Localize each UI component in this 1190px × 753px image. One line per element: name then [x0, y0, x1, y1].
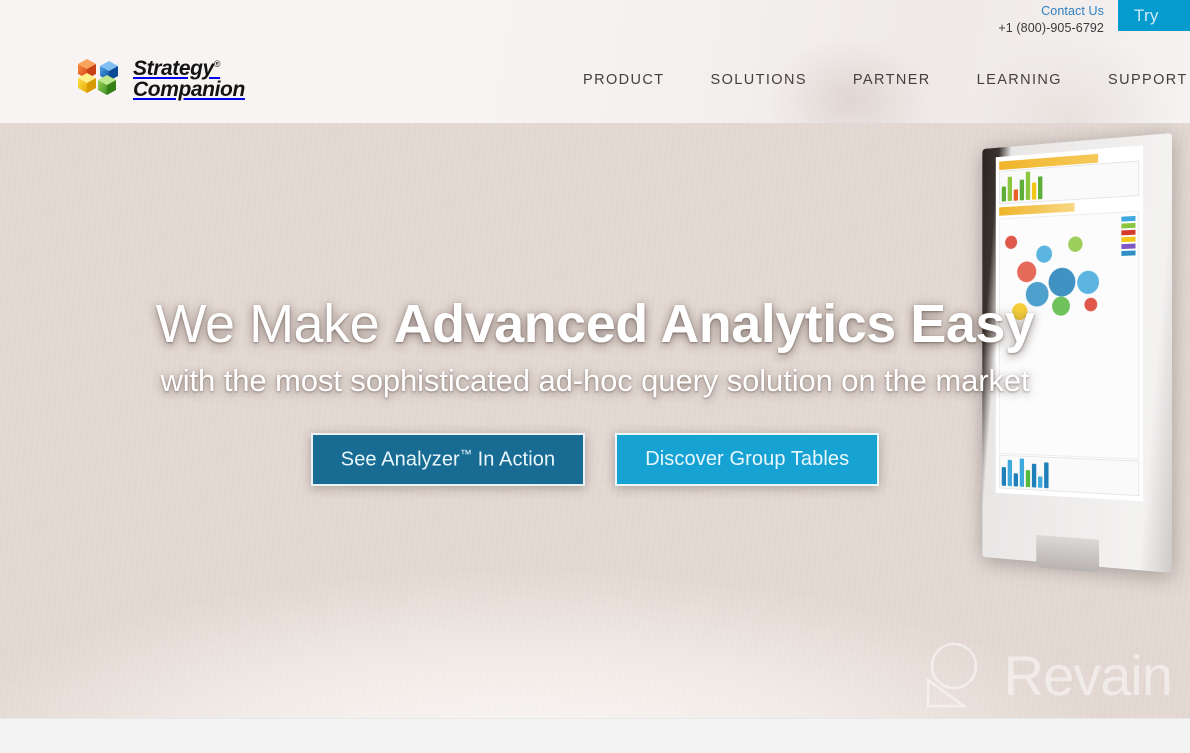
nav-item-product[interactable]: PRODUCT	[560, 66, 688, 94]
try-button[interactable]: Try	[1118, 0, 1190, 31]
hero-headline-bold: Advanced Analytics Easy	[393, 294, 1035, 354]
main-navigation: PRODUCT SOLUTIONS PARTNER LEARNING SUPPO…	[560, 66, 1190, 94]
top-contact-bar: Contact Us +1 (800)-905-6792 Try	[998, 0, 1190, 36]
logo-wordmark-line1: Strategy	[133, 57, 214, 80]
logo-wordmark: Strategy® Companion	[133, 54, 245, 100]
contact-block: Contact Us +1 (800)-905-6792	[998, 0, 1118, 37]
hero-banner: We Make Advanced Analytics Easy with the…	[0, 123, 1190, 718]
hero-headline-light: We Make	[155, 294, 394, 354]
dashboard-legend	[1121, 215, 1136, 256]
hero-subheadline: with the most sophisticated ad-hoc query…	[160, 363, 1030, 398]
hero-cta-row: See Analyzer™ In Action Discover Group T…	[40, 433, 1150, 486]
hero-headline: We Make Advanced Analytics Easy	[40, 293, 1150, 355]
nav-item-partner[interactable]: PARTNER	[830, 66, 954, 94]
monitor-stand	[1036, 534, 1100, 573]
site-header: Contact Us +1 (800)-905-6792 Try Strateg…	[0, 0, 1190, 123]
webpage-root: Contact Us +1 (800)-905-6792 Try Strateg…	[0, 0, 1190, 753]
nav-item-solutions[interactable]: SOLUTIONS	[688, 66, 830, 94]
strategy-companion-cubes-icon	[74, 52, 122, 100]
contact-us-link[interactable]: Contact Us	[998, 3, 1104, 20]
phone-number: +1 (800)-905-6792	[998, 20, 1104, 35]
see-analyzer-in-action-button[interactable]: See Analyzer™ In Action	[310, 433, 586, 486]
cta-primary-tail: In Action	[471, 448, 556, 471]
site-logo[interactable]: Strategy® Companion	[74, 52, 245, 100]
trademark-icon: ™	[459, 447, 472, 461]
dashboard-band-2	[999, 202, 1075, 216]
dashboard-bar-chart-row	[999, 160, 1140, 205]
nav-item-learning[interactable]: LEARNING	[954, 66, 1085, 94]
registered-trademark-icon: ®	[213, 59, 221, 69]
page-bottom-strip	[0, 718, 1190, 753]
logo-wordmark-line2: Companion	[133, 78, 245, 101]
discover-group-tables-button[interactable]: Discover Group Tables	[615, 433, 880, 486]
cta-primary-text: See Analyzer	[340, 448, 460, 471]
hero-copy: We Make Advanced Analytics Easy with the…	[0, 293, 1190, 486]
nav-item-support[interactable]: SUPPORT	[1085, 66, 1190, 94]
